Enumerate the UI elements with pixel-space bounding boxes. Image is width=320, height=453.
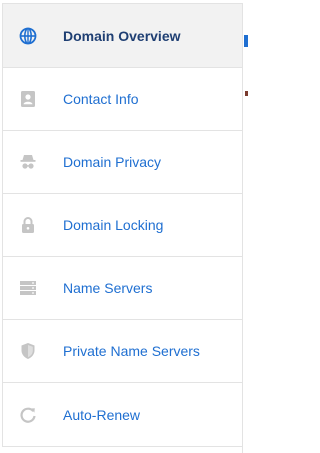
nav-item-label: Domain Privacy bbox=[63, 154, 162, 170]
incognito-icon bbox=[17, 151, 39, 173]
nav-item-label: Domain Overview bbox=[63, 27, 181, 44]
nav-item-label: Domain Locking bbox=[63, 217, 164, 233]
refresh-icon bbox=[17, 404, 39, 426]
domain-settings-nav: Domain Overview Contact Info Domain Priv… bbox=[2, 3, 243, 447]
shield-icon bbox=[17, 340, 39, 362]
server-icon bbox=[17, 277, 39, 299]
nav-item-label: Name Servers bbox=[63, 280, 153, 296]
nav-item-auto-renew[interactable]: Auto-Renew bbox=[3, 383, 243, 446]
nav-item-domain-overview[interactable]: Domain Overview bbox=[3, 4, 243, 68]
nav-item-label: Private Name Servers bbox=[63, 343, 200, 359]
content-edge-mark bbox=[245, 91, 248, 96]
content-divider bbox=[242, 3, 243, 453]
contact-card-icon bbox=[17, 88, 39, 110]
nav-item-label: Contact Info bbox=[63, 91, 139, 107]
content-edge-accent bbox=[244, 35, 248, 47]
lock-icon bbox=[17, 214, 39, 236]
nav-item-label: Auto-Renew bbox=[63, 406, 141, 423]
globe-icon bbox=[17, 25, 39, 47]
nav-item-domain-locking[interactable]: Domain Locking bbox=[3, 194, 243, 257]
nav-item-name-servers[interactable]: Name Servers bbox=[3, 257, 243, 320]
nav-item-domain-privacy[interactable]: Domain Privacy bbox=[3, 131, 243, 194]
nav-item-contact-info[interactable]: Contact Info bbox=[3, 68, 243, 131]
nav-item-private-name-servers[interactable]: Private Name Servers bbox=[3, 320, 243, 383]
